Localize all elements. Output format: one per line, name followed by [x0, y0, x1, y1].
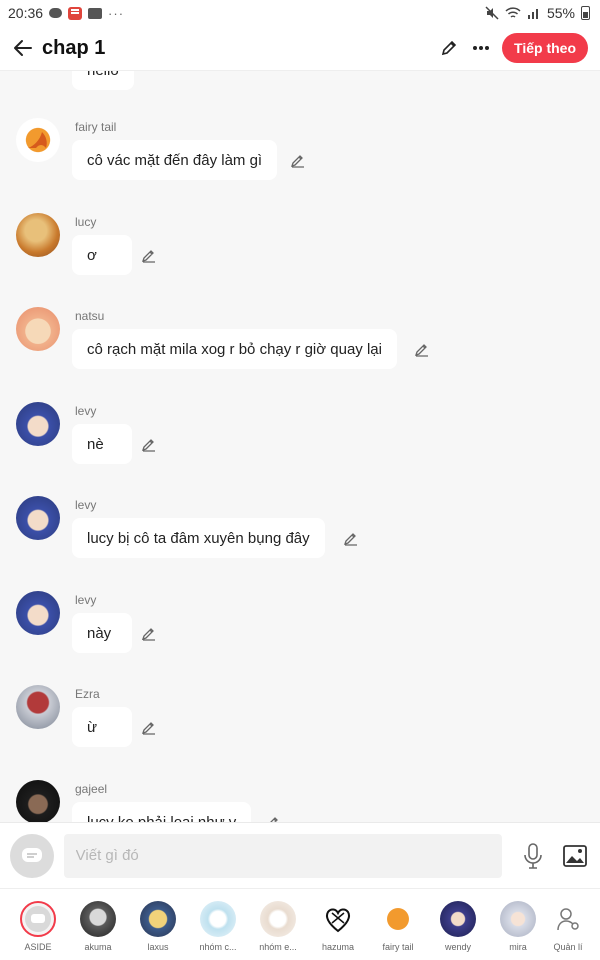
app-notification-icon: [68, 6, 83, 20]
character-label: akuma: [84, 942, 112, 952]
back-arrow-icon[interactable]: [12, 37, 34, 59]
avatar: [80, 901, 116, 937]
mute-icon: [485, 6, 499, 20]
message-text: ơ: [87, 246, 97, 264]
character-nhom-e[interactable]: nhóm e...: [248, 901, 308, 952]
image-icon[interactable]: [560, 841, 590, 871]
character-label: nhóm c...: [199, 942, 237, 952]
message-text: lucy bị cô ta đâm xuyên bụng đây: [87, 529, 310, 547]
folder-icon: [88, 7, 103, 19]
character-hazuma[interactable]: hazuma: [308, 901, 368, 952]
avatar: [140, 901, 176, 937]
chat-area[interactable]: hello fairy tail cô vác mặt đến đây làm …: [0, 70, 600, 822]
message-bubble[interactable]: ừ: [72, 707, 132, 747]
more-options-icon[interactable]: [470, 37, 492, 59]
character-bar: ASIDE akuma laxus nhóm c... nhóm e... ha…: [0, 888, 600, 960]
message-bubble[interactable]: ơ: [72, 235, 132, 275]
avatar: [20, 901, 56, 937]
wifi-icon: [505, 6, 521, 18]
edit-message-icon[interactable]: [265, 814, 281, 822]
sender-name: lucy: [75, 215, 97, 229]
message-composer: [0, 822, 600, 888]
message-bubble[interactable]: này: [72, 613, 132, 653]
status-time: 20:36: [8, 5, 44, 21]
avatar[interactable]: [16, 685, 60, 729]
message-text: cô vác mặt đến đây làm gì: [87, 151, 263, 169]
edit-message-icon[interactable]: [414, 341, 430, 357]
avatar: [440, 901, 476, 937]
message-bubble[interactable]: cô vác mặt đến đây làm gì: [72, 140, 278, 180]
app-header: chap 1 Tiếp theo: [0, 26, 600, 70]
message-bubble[interactable]: nè: [72, 424, 132, 464]
avatar: [380, 901, 416, 937]
edit-message-icon[interactable]: [343, 530, 359, 546]
avatar: [200, 901, 236, 937]
message-bubble[interactable]: lucy ko phải loại như v: [72, 802, 252, 823]
message-bubble[interactable]: lucy bị cô ta đâm xuyên bụng đây: [72, 518, 325, 558]
message-text: nè: [87, 435, 104, 453]
more-notifications-icon: ···: [108, 5, 125, 21]
message-text: ừ: [87, 718, 98, 736]
character-wendy[interactable]: wendy: [428, 901, 488, 952]
character-aside[interactable]: ASIDE: [8, 901, 68, 952]
cloud-icon: [49, 8, 63, 18]
next-chapter-button[interactable]: Tiếp theo: [502, 33, 588, 63]
avatar: [500, 901, 536, 937]
avatar[interactable]: [16, 780, 60, 822]
signal-icon: [527, 9, 538, 19]
message-input[interactable]: [63, 833, 503, 878]
character-label: mira: [509, 942, 527, 952]
character-label: Quản lí: [553, 942, 583, 952]
status-bar: 20:36 ··· 55%: [0, 0, 600, 26]
edit-message-icon[interactable]: [141, 247, 157, 263]
edit-message-icon[interactable]: [141, 625, 157, 641]
avatar[interactable]: [16, 402, 60, 446]
sender-name: levy: [75, 593, 97, 607]
character-label: hazuma: [321, 942, 355, 952]
message-text: hello: [87, 70, 119, 79]
character-label: wendy: [444, 942, 471, 952]
chat-bubble-icon: [21, 847, 42, 862]
manage-characters-button[interactable]: Quản lí: [538, 901, 598, 952]
page-title: chap 1: [42, 36, 106, 59]
character-nhom-c[interactable]: nhóm c...: [188, 901, 248, 952]
character-label: fairy tail: [382, 942, 414, 952]
character-label: ASIDE: [24, 942, 52, 952]
avatar[interactable]: [16, 307, 60, 351]
manage-user-icon: [550, 901, 586, 937]
character-label: laxus: [147, 942, 169, 952]
microphone-icon[interactable]: [518, 841, 548, 871]
battery-percent: 55%: [546, 5, 575, 21]
sender-name: gajeel: [75, 782, 108, 796]
message-text: lucy ko phải loại như v: [87, 813, 237, 823]
sender-name: fairy tail: [75, 120, 117, 134]
character-laxus[interactable]: laxus: [128, 901, 188, 952]
edit-message-icon[interactable]: [290, 152, 306, 168]
avatar[interactable]: [16, 213, 60, 257]
sender-name: Ezra: [75, 687, 100, 701]
sender-name: levy: [75, 404, 97, 418]
character-label: nhóm e...: [259, 942, 297, 952]
character-akuma[interactable]: akuma: [68, 901, 128, 952]
message-text: này: [87, 624, 112, 642]
avatar[interactable]: [16, 591, 60, 635]
avatar: [320, 901, 356, 937]
character-fairy-tail[interactable]: fairy tail: [368, 901, 428, 952]
message-bubble[interactable]: cô rạch mặt mila xog r bỏ chạy r giờ qua…: [72, 329, 397, 369]
avatar[interactable]: [16, 118, 60, 162]
edit-message-icon[interactable]: [141, 436, 157, 452]
message-text: cô rạch mặt mila xog r bỏ chạy r giờ qua…: [87, 340, 382, 358]
edit-pencil-icon[interactable]: [438, 37, 460, 59]
sender-name: levy: [75, 498, 97, 512]
battery-icon: [581, 6, 590, 20]
avatar: [260, 901, 296, 937]
aside-toggle-button[interactable]: [10, 833, 54, 878]
chat-bubble-icon: [25, 906, 51, 932]
message-bubble-partial: hello: [72, 70, 134, 90]
sender-name: natsu: [75, 309, 105, 323]
edit-message-icon[interactable]: [141, 719, 157, 735]
avatar[interactable]: [16, 496, 60, 540]
